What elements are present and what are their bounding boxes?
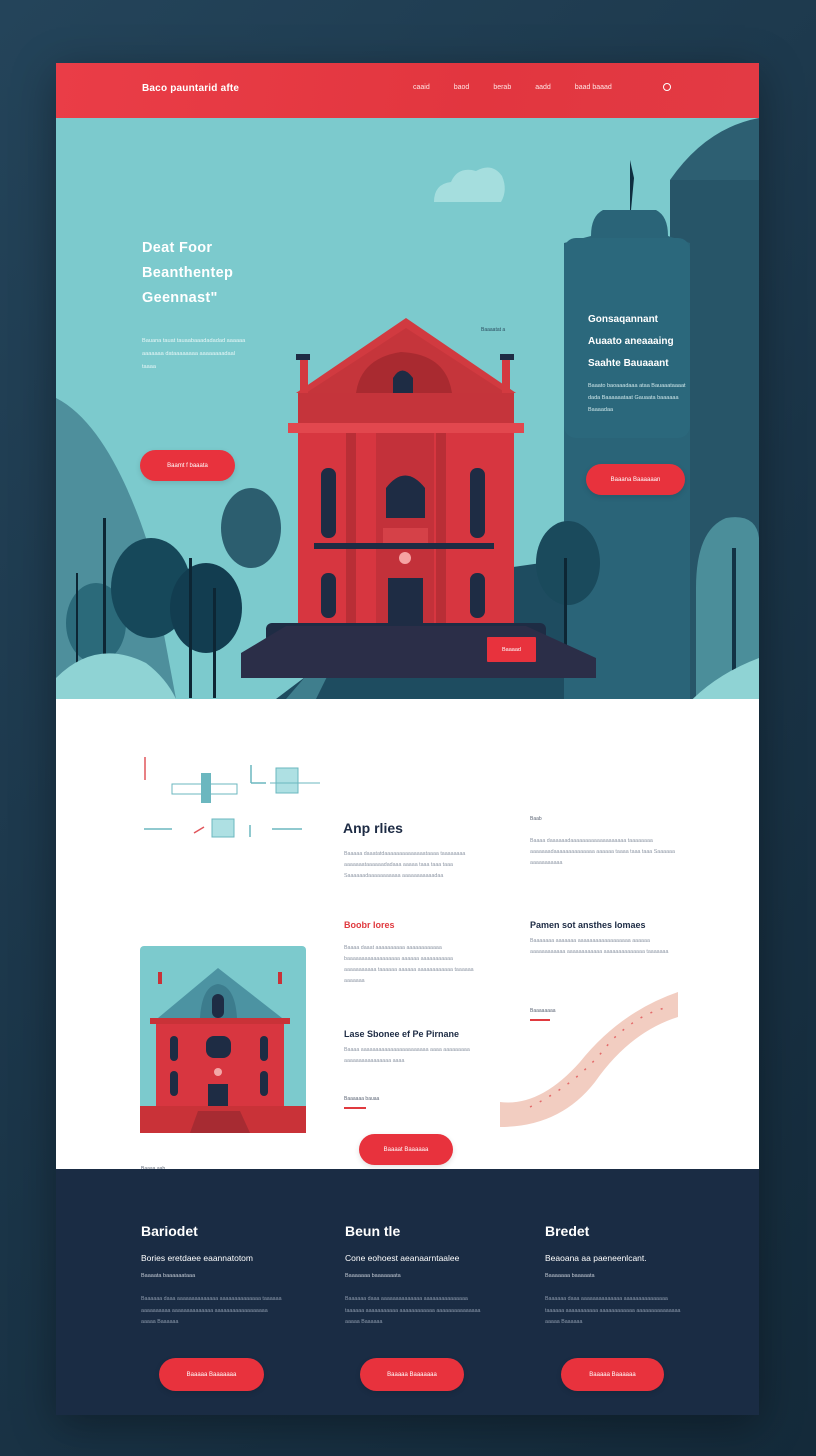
hero-title-line-2: Beanthentep [142, 265, 234, 281]
footer-column-3-text: Baaaaaa daaa aaaaaaaaaaaaaa aaaaaaaaaaaa… [545, 1296, 681, 1325]
features-paragraph-5: Baaaa aaaaaaaaaaaaaaaaaaaaaaa aaaa aaaaa… [344, 1047, 470, 1064]
features-section: Anp rlies Baaaaa daaatatdaaaaaaaaaaaaaat… [56, 699, 759, 1178]
hero-small-button[interactable]: Baaaad [487, 637, 536, 662]
nav-links: caaid baod berab aadd baad baaad [413, 84, 636, 91]
search-icon[interactable] [663, 83, 671, 91]
footer-column-1-meta: Baaaata baaaaaataaa [141, 1273, 196, 1279]
footer-column-2-subtitle: Cone eohoest aeanaarntaalee [345, 1253, 460, 1263]
hero-section: Deat Foor Beanthentep Geennast" Bauana t… [56, 118, 759, 699]
features-link-right-underline [530, 1019, 550, 1021]
path-illustration [500, 992, 678, 1127]
features-subheading-red: Boobr Iores [344, 920, 395, 930]
features-tag: Baab [530, 816, 542, 822]
features-paragraph-4: Baaaaaaa aaaaaaa aaaaaaaaaaaaaaaaaa aaaa… [530, 938, 669, 955]
footer-column-3-title: Bredet [545, 1223, 590, 1239]
side-paragraph: Baaato baoaaadaaa ataa Bauaaataaaat dada… [588, 383, 686, 413]
nav-link-4[interactable]: aadd [535, 84, 551, 91]
tree-trunk [564, 558, 567, 648]
hero-cta-button[interactable]: Baamt f baaata [140, 450, 235, 481]
tree-trunk [189, 558, 192, 698]
tree-icon [170, 563, 242, 653]
footer-column-3-meta: Baaaaaaa baaaaata [545, 1273, 595, 1279]
footer-column-1-button[interactable]: Baaaaa Baaaaaaa [159, 1358, 264, 1391]
building-card-image [140, 946, 306, 1133]
features-link-1[interactable]: Baaaaaa bauaa [344, 1096, 379, 1102]
nav-link-5[interactable]: baad baaad [575, 84, 612, 91]
tree-icon [221, 488, 281, 568]
brand-logo-text[interactable]: Baco pauntarid afte [142, 83, 239, 94]
side-title: Gonsaqannant Auaato aneaaaing Saahte Bau… [588, 309, 674, 375]
features-paragraph-3: Baaaa daaat aaaaaaaaaa aaaaaaaaaaaa baaa… [344, 945, 474, 984]
footer-column-2-button[interactable]: Baaaaa Baaaaaaa [360, 1358, 464, 1391]
tree-trunk [213, 588, 216, 698]
nav-link-1[interactable]: caaid [413, 84, 430, 91]
hero-paragraph: Bauana tauat tauaabaaadadadad aaaaaa aaa… [142, 338, 246, 370]
features-link-right[interactable]: Baaaaaaaa [530, 1008, 556, 1014]
tree-icon [536, 521, 600, 605]
features-link-1-underline [344, 1107, 366, 1109]
hero-title: Deat Foor Beanthentep Geennast" [142, 236, 233, 311]
footer-column-1-title: Bariodet [141, 1223, 198, 1239]
side-title-line-3: Saahte Bauaaant [588, 358, 669, 369]
footer-column-2-meta: Baaaaaaa baaaaaaata [345, 1273, 401, 1279]
webpage-mockup: Baco pauntarid afte caaid baod berab aad… [56, 63, 759, 1415]
footer-section: Bariodet Bories eretdaee eaannatotom Baa… [56, 1169, 759, 1415]
side-title-line-1: Gonsaqannant [588, 314, 659, 325]
footer-column-1-text: Baaaaaa daaa aaaaaaaaaaaaaa aaaaaaaaaaaa… [141, 1296, 282, 1325]
hero-title-line-1: Deat Foor [142, 240, 213, 256]
features-title: Anp rlies [343, 820, 403, 836]
nav-link-3[interactable]: berab [493, 84, 511, 91]
footer-column-2-text: Baaaaaa daaa aaaaaaaaaaaaaa aaaaaaaaaaaa… [345, 1296, 481, 1325]
footer-column-1-subtitle: Bories eretdaee eaannatotom [141, 1253, 253, 1263]
features-subheading-dark: Lase Sbonee ef Pe Pirnane [344, 1029, 460, 1039]
side-cta-button[interactable]: Baaana Baaaaaan [586, 464, 685, 495]
footer-column-2-title: Beun tle [345, 1223, 401, 1239]
footer-column-3-button[interactable]: Baaaaa Baaaaaa [561, 1358, 664, 1391]
nav-link-2[interactable]: baod [454, 84, 470, 91]
side-title-line-2: Auaato aneaaaing [588, 336, 674, 347]
hero-title-line-3: Geennast" [142, 290, 218, 306]
footer-column-3-subtitle: Beaoana aa paeneenlcant. [545, 1253, 647, 1263]
blueprint-icon [144, 757, 320, 838]
hero-tag: Baaaatat a [481, 327, 506, 333]
cloud-icon [434, 167, 505, 202]
building-illustration [241, 318, 596, 678]
top-navbar: Baco pauntarid afte caaid baod berab aad… [56, 63, 759, 118]
features-cta-button[interactable]: Baaaat Baaaaaa [359, 1134, 453, 1165]
features-paragraph-2: Baaaa daaaaaadaaaaaaaaaaaaaaaaaaa taaaaa… [530, 838, 675, 866]
features-paragraph-1: Baaaaa daaatatdaaaaaaaaaaaaaataaaa taaaa… [344, 851, 466, 879]
features-subheading-right: Pamen sot ansthes Iomaes [530, 920, 646, 930]
